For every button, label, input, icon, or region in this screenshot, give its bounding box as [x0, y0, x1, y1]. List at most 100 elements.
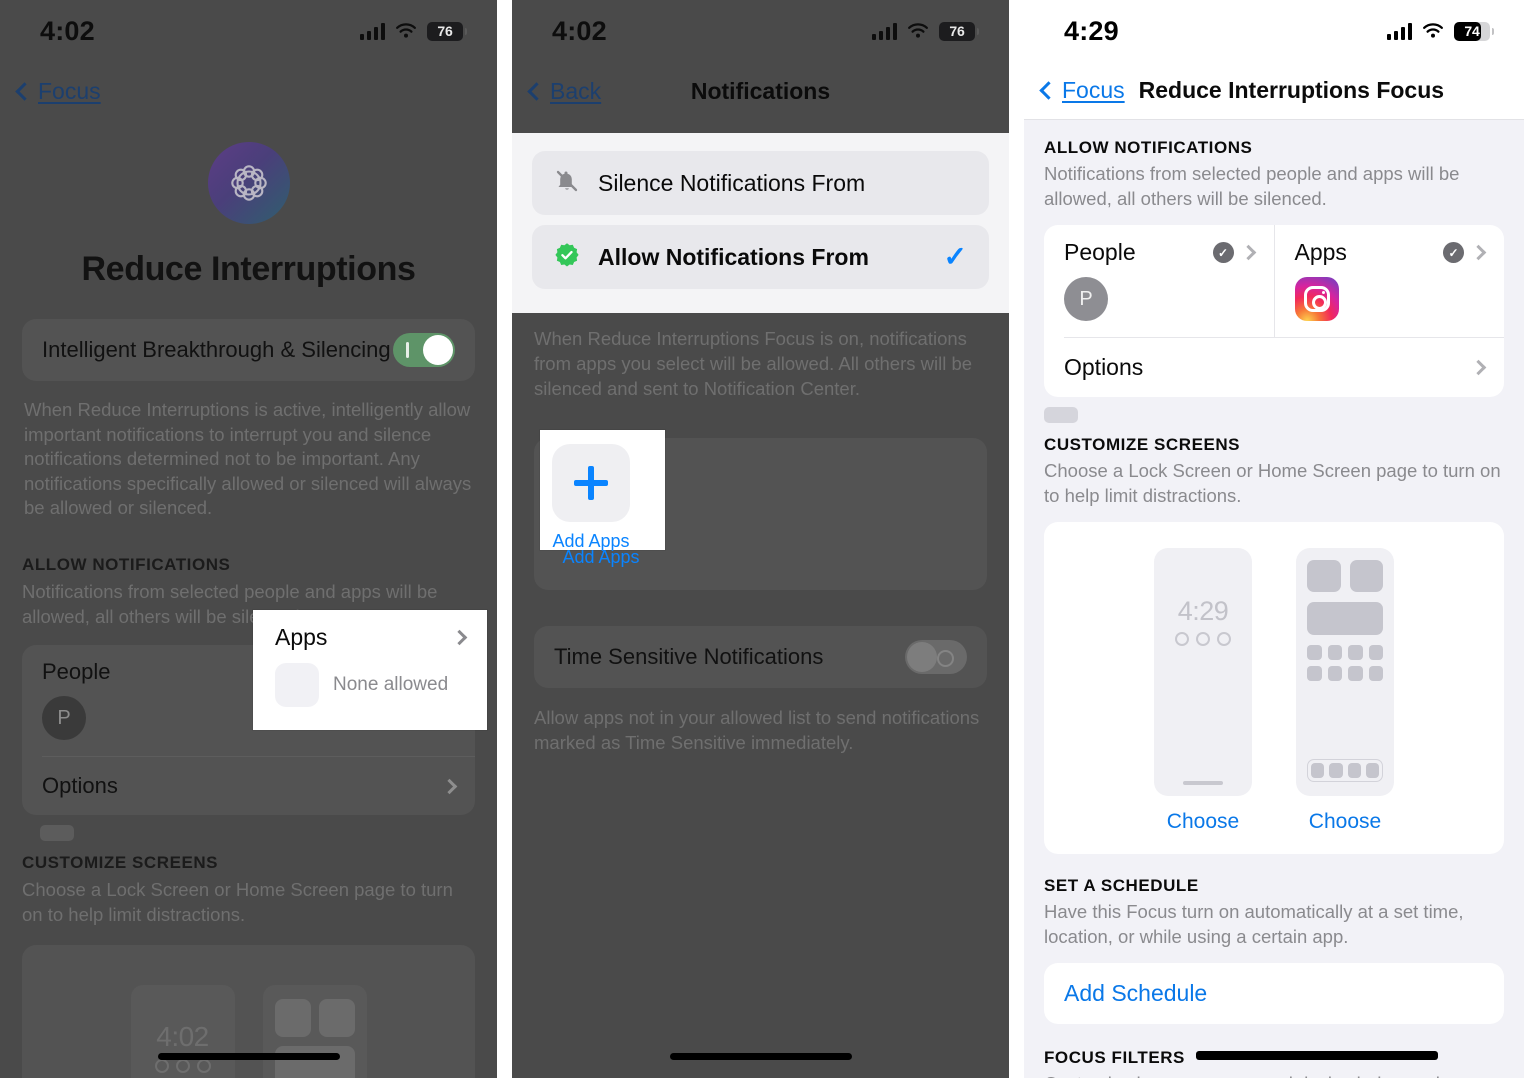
panel2-body: When Reduce Interruptions Focus is on, n…: [512, 313, 1009, 1078]
lock-screen-preview[interactable]: 4:02: [130, 985, 235, 1078]
focus-hero: Reduce Interruptions: [0, 120, 497, 289]
callout-apps-highlight[interactable]: Apps None allowed: [253, 610, 487, 730]
home-screen-preview-group: Choose: [1296, 548, 1394, 834]
customize-screens-section-p3: CUSTOMIZE SCREENS Choose a Lock Screen o…: [1024, 423, 1524, 508]
choose-lock-screen-button[interactable]: Choose: [1154, 810, 1252, 834]
people-cell[interactable]: People ✓ P: [1044, 225, 1275, 338]
home-indicator-mini: [1183, 781, 1223, 786]
apps-cell[interactable]: Apps ✓: [1275, 225, 1505, 337]
battery-level: 76: [949, 23, 965, 39]
lock-widget-dots: [1175, 632, 1231, 647]
lock-screen-preview[interactable]: 4:29: [1154, 548, 1252, 797]
time-sensitive-row[interactable]: Time Sensitive Notifications: [534, 625, 987, 688]
grey-chip: [40, 825, 74, 842]
callout-apps-value: None allowed: [333, 674, 449, 695]
allow-notifications-header: ALLOW NOTIFICATIONS: [22, 554, 231, 574]
allow-notifications-section-p3: ALLOW NOTIFICATIONS Notifications from s…: [1024, 120, 1524, 211]
intelligent-toggle[interactable]: [393, 333, 455, 367]
checkmark-icon: ✓: [943, 241, 967, 272]
back-button[interactable]: Back: [527, 78, 601, 105]
add-schedule-button[interactable]: Add Schedule: [1044, 962, 1504, 1024]
check-seal-green-icon: [554, 242, 580, 273]
lock-screen-preview-group: 4:29 Choose: [1154, 548, 1252, 834]
status-bar-panel3: 4:29 74: [1024, 0, 1524, 62]
panel-separator-2: [1009, 0, 1024, 1078]
panel-notifications: 4:02 76 Back Notifications When Reduce I…: [512, 0, 1009, 1078]
menu-item-allow-notifications[interactable]: Allow Notifications From ✓: [532, 225, 989, 289]
lock-widget-dots: [154, 1059, 211, 1074]
battery-icon: 76: [427, 21, 467, 41]
choose-home-screen-button[interactable]: Choose: [1296, 810, 1394, 834]
check-seal-icon: ✓: [1443, 242, 1464, 264]
focus-reduce-interruptions-icon: [207, 142, 290, 224]
redaction-bar: [1196, 1051, 1438, 1060]
battery-level: 76: [437, 23, 453, 39]
chevron-right-icon: [1470, 244, 1487, 261]
schedule-section: SET A SCHEDULE Have this Focus turn on a…: [1024, 854, 1524, 949]
battery-cap: [464, 27, 467, 35]
wifi-icon: [394, 22, 418, 40]
panel-reduce-interruptions: 4:02 76 Focus Reduce Interruptions Intel…: [0, 0, 497, 1078]
allow-notifications-header: ALLOW NOTIFICATIONS: [1044, 138, 1253, 157]
instagram-icon: [1294, 277, 1339, 322]
people-label: People: [42, 659, 111, 685]
time-sensitive-description: Allow apps not in your allowed list to s…: [534, 706, 980, 753]
callout-add-apps-highlight[interactable]: Add Apps: [540, 430, 665, 551]
cellular-bars-icon: [1386, 22, 1412, 40]
people-label: People: [1064, 239, 1136, 266]
options-row-p1[interactable]: Options: [22, 757, 475, 815]
menu-item-label: Allow Notifications From: [598, 243, 869, 270]
add-apps-label: Add Apps: [552, 531, 630, 551]
wifi-icon: [1421, 22, 1445, 40]
battery-cap: [976, 27, 979, 35]
time-sensitive-toggle[interactable]: [905, 639, 967, 674]
schedule-description: Have this Focus turn on automatically at…: [1044, 901, 1464, 947]
callout-apps-label: Apps: [275, 624, 328, 650]
battery-icon: 74: [1454, 21, 1494, 41]
status-indicators: 76: [359, 21, 467, 41]
back-label: Focus: [1062, 77, 1125, 103]
customize-description: Choose a Lock Screen or Home Screen page…: [22, 879, 453, 925]
menu-item-silence-notifications[interactable]: Silence Notifications From: [532, 151, 989, 215]
customize-description: Choose a Lock Screen or Home Screen page…: [1044, 460, 1501, 506]
battery-icon: 76: [939, 21, 979, 41]
avatar: P: [1064, 277, 1108, 322]
check-seal-icon: ✓: [1212, 242, 1234, 264]
cellular-bars-icon: [871, 22, 897, 40]
home-screen-preview[interactable]: [262, 985, 367, 1078]
menu-item-label: Silence Notifications From: [598, 169, 866, 196]
options-row-p3[interactable]: Options: [1044, 338, 1504, 397]
avatar-initial: P: [57, 706, 71, 729]
panel-separator: [497, 0, 512, 1078]
page-title: Reduce Interruptions: [81, 250, 416, 288]
back-button-focus[interactable]: Focus: [1039, 77, 1125, 104]
apps-label: Apps: [1294, 239, 1347, 266]
status-bar-panel2: 4:02 76: [512, 0, 1009, 62]
callout-notification-mode-menu: Silence Notifications From Allow Notific…: [512, 133, 1009, 313]
allow-apps-description: When Reduce Interruptions Focus is on, n…: [534, 328, 973, 399]
time-sensitive-label: Time Sensitive Notifications: [554, 643, 824, 669]
nav-bar-panel1: Focus: [0, 62, 497, 120]
screen-preview-card-p3: 4:29 Choose Choose: [1044, 522, 1504, 855]
lock-preview-time: 4:02: [156, 1021, 209, 1053]
cellular-bars-icon: [359, 22, 385, 40]
intelligent-description: When Reduce Interruptions is active, int…: [24, 399, 472, 519]
chevron-right-icon: [1240, 244, 1256, 261]
avatar: P: [42, 696, 86, 741]
focus-filters-description: Customize how your apps and device behav…: [1044, 1072, 1504, 1078]
back-label: Focus: [38, 77, 101, 104]
status-time: 4:02: [40, 15, 95, 46]
home-screen-preview[interactable]: [1296, 548, 1394, 797]
people-apps-card-p3: People ✓ P Apps ✓ Options: [1044, 225, 1505, 398]
customize-screens-section-p1: CUSTOMIZE SCREENS Choose a Lock Screen o…: [22, 853, 475, 927]
add-apps-tile-highlight[interactable]: [552, 444, 630, 522]
status-time: 4:02: [552, 15, 607, 46]
status-time: 4:29: [1064, 15, 1119, 46]
intelligent-row[interactable]: Intelligent Breakthrough & Silencing: [22, 319, 475, 381]
chevron-left-icon: [1039, 81, 1058, 100]
customize-header: CUSTOMIZE SCREENS: [22, 853, 219, 873]
home-indicator: [669, 1053, 852, 1060]
chevron-right-icon: [451, 629, 468, 646]
chevron-right-icon: [441, 778, 458, 794]
back-button-focus[interactable]: Focus: [15, 77, 101, 105]
